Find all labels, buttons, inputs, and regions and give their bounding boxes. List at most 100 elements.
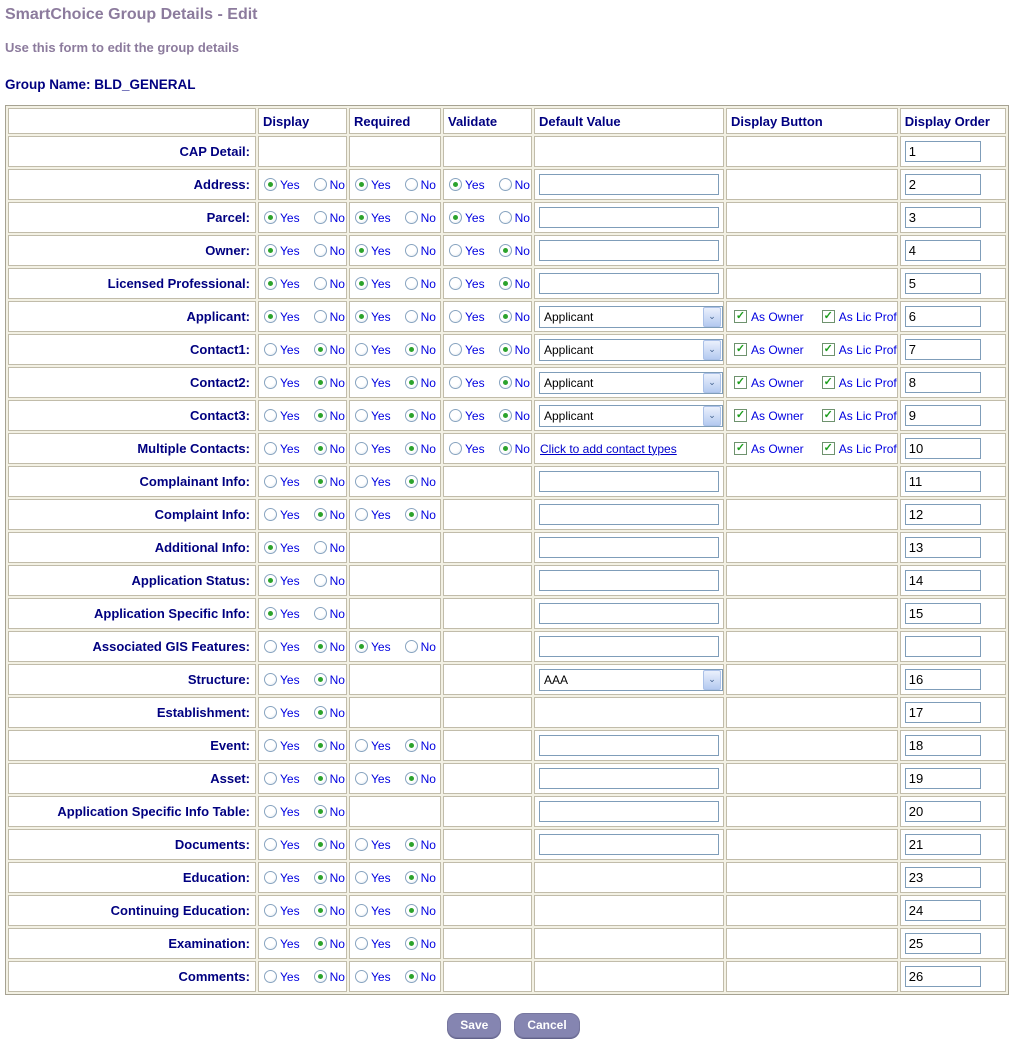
validate-no-radio[interactable] — [499, 409, 512, 422]
required-no-radio[interactable] — [405, 277, 418, 290]
display-yes-radio[interactable] — [264, 772, 277, 785]
display-no-radio[interactable] — [314, 640, 327, 653]
display-yes-radio[interactable] — [264, 805, 277, 818]
as-owner-checkbox[interactable]: ✓ — [734, 343, 747, 356]
display-yes-radio[interactable] — [264, 376, 277, 389]
display-order-input[interactable] — [905, 702, 981, 723]
display-order-input[interactable] — [905, 570, 981, 591]
required-no-radio[interactable] — [405, 508, 418, 521]
as-lic-prof-checkbox[interactable]: ✓ — [822, 442, 835, 455]
required-yes-radio[interactable] — [355, 508, 368, 521]
as-lic-prof-checkbox[interactable]: ✓ — [822, 376, 835, 389]
display-no-radio[interactable] — [314, 541, 327, 554]
as-owner-checkbox[interactable]: ✓ — [734, 409, 747, 422]
default-value-input[interactable] — [539, 273, 719, 294]
display-order-input[interactable] — [905, 801, 981, 822]
default-value-input[interactable] — [539, 174, 719, 195]
display-yes-radio[interactable] — [264, 937, 277, 950]
display-no-radio[interactable] — [314, 277, 327, 290]
display-order-input[interactable] — [905, 339, 981, 360]
required-no-radio[interactable] — [405, 739, 418, 752]
default-value-input[interactable] — [539, 603, 719, 624]
required-yes-radio[interactable] — [355, 409, 368, 422]
display-order-input[interactable] — [905, 306, 981, 327]
display-no-radio[interactable] — [314, 178, 327, 191]
required-yes-radio[interactable] — [355, 640, 368, 653]
display-yes-radio[interactable] — [264, 508, 277, 521]
validate-yes-radio[interactable] — [449, 211, 462, 224]
display-order-input[interactable] — [905, 933, 981, 954]
display-order-input[interactable] — [905, 438, 981, 459]
display-order-input[interactable] — [905, 504, 981, 525]
display-order-input[interactable] — [905, 603, 981, 624]
as-lic-prof-checkbox[interactable]: ✓ — [822, 310, 835, 323]
required-yes-radio[interactable] — [355, 475, 368, 488]
display-order-input[interactable] — [905, 471, 981, 492]
required-yes-radio[interactable] — [355, 442, 368, 455]
validate-no-radio[interactable] — [499, 211, 512, 224]
default-value-select[interactable]: AAA⌄ — [539, 669, 723, 691]
display-no-radio[interactable] — [314, 706, 327, 719]
validate-no-radio[interactable] — [499, 376, 512, 389]
display-yes-radio[interactable] — [264, 475, 277, 488]
display-no-radio[interactable] — [314, 211, 327, 224]
required-yes-radio[interactable] — [355, 310, 368, 323]
display-yes-radio[interactable] — [264, 343, 277, 356]
display-yes-radio[interactable] — [264, 211, 277, 224]
default-value-input[interactable] — [539, 504, 719, 525]
display-order-input[interactable] — [905, 141, 981, 162]
display-yes-radio[interactable] — [264, 178, 277, 191]
display-no-radio[interactable] — [314, 772, 327, 785]
cancel-button[interactable]: Cancel — [514, 1013, 579, 1038]
display-order-input[interactable] — [905, 768, 981, 789]
display-no-radio[interactable] — [314, 607, 327, 620]
default-value-input[interactable] — [539, 636, 719, 657]
required-no-radio[interactable] — [405, 772, 418, 785]
default-value-input[interactable] — [539, 207, 719, 228]
display-yes-radio[interactable] — [264, 244, 277, 257]
display-no-radio[interactable] — [314, 970, 327, 983]
required-no-radio[interactable] — [405, 640, 418, 653]
default-value-input[interactable] — [539, 834, 719, 855]
default-value-input[interactable] — [539, 471, 719, 492]
required-no-radio[interactable] — [405, 178, 418, 191]
display-yes-radio[interactable] — [264, 409, 277, 422]
as-lic-prof-checkbox[interactable]: ✓ — [822, 409, 835, 422]
chevron-down-icon[interactable]: ⌄ — [703, 307, 721, 327]
display-order-input[interactable] — [905, 405, 981, 426]
required-no-radio[interactable] — [405, 970, 418, 983]
display-yes-radio[interactable] — [264, 541, 277, 554]
validate-yes-radio[interactable] — [449, 343, 462, 356]
chevron-down-icon[interactable]: ⌄ — [703, 373, 721, 393]
default-value-input[interactable] — [539, 570, 719, 591]
validate-yes-radio[interactable] — [449, 442, 462, 455]
display-order-input[interactable] — [905, 834, 981, 855]
as-owner-checkbox[interactable]: ✓ — [734, 376, 747, 389]
display-yes-radio[interactable] — [264, 277, 277, 290]
required-yes-radio[interactable] — [355, 772, 368, 785]
display-no-radio[interactable] — [314, 838, 327, 851]
display-yes-radio[interactable] — [264, 574, 277, 587]
display-order-input[interactable] — [905, 174, 981, 195]
as-owner-checkbox[interactable]: ✓ — [734, 442, 747, 455]
required-yes-radio[interactable] — [355, 244, 368, 257]
display-order-input[interactable] — [905, 537, 981, 558]
display-order-input[interactable] — [905, 240, 981, 261]
required-no-radio[interactable] — [405, 409, 418, 422]
chevron-down-icon[interactable]: ⌄ — [703, 406, 721, 426]
required-no-radio[interactable] — [405, 871, 418, 884]
display-no-radio[interactable] — [314, 409, 327, 422]
required-no-radio[interactable] — [405, 376, 418, 389]
display-yes-radio[interactable] — [264, 838, 277, 851]
display-yes-radio[interactable] — [264, 970, 277, 983]
required-yes-radio[interactable] — [355, 376, 368, 389]
required-yes-radio[interactable] — [355, 211, 368, 224]
required-yes-radio[interactable] — [355, 871, 368, 884]
save-button[interactable]: Save — [447, 1013, 501, 1038]
required-no-radio[interactable] — [405, 475, 418, 488]
chevron-down-icon[interactable]: ⌄ — [703, 340, 721, 360]
required-no-radio[interactable] — [405, 343, 418, 356]
chevron-down-icon[interactable]: ⌄ — [703, 670, 721, 690]
default-value-select[interactable]: Applicant⌄ — [539, 405, 723, 427]
default-value-input[interactable] — [539, 240, 719, 261]
